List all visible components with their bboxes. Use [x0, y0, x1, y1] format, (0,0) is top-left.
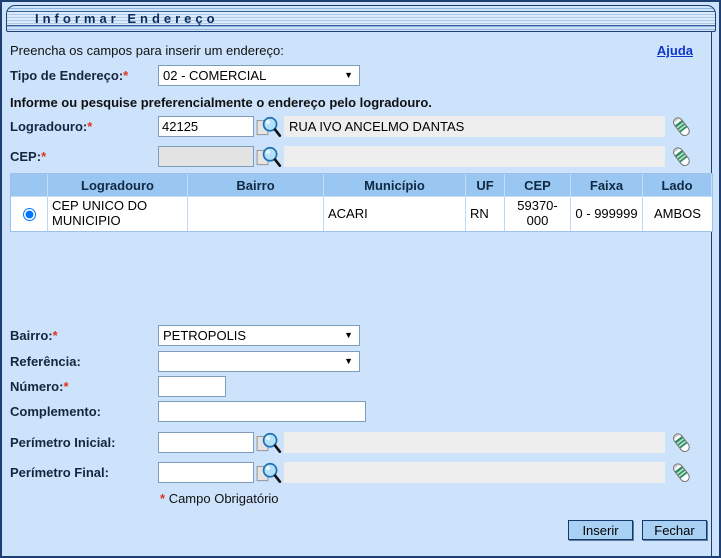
logradouro-search-icon[interactable] — [256, 115, 282, 139]
required-asterisk: * — [41, 149, 46, 164]
cell-municipio: ACARI — [324, 197, 466, 231]
required-asterisk: * — [53, 328, 58, 343]
complemento-input[interactable] — [158, 401, 366, 422]
cep-search-icon[interactable] — [256, 145, 282, 169]
title-band: Informar Endereço — [7, 11, 715, 26]
cell-cep: 59370-000 — [505, 197, 571, 231]
right-scroll-gutter — [711, 32, 719, 556]
logradouro-label: Logradouro:* — [10, 119, 158, 134]
perimetro-final-search-icon[interactable] — [256, 461, 282, 485]
perimetro-inicial-search-icon[interactable] — [256, 431, 282, 455]
column-header-faixa: Faixa — [571, 174, 643, 197]
perimetro-inicial-input[interactable] — [158, 432, 254, 453]
required-asterisk: * — [160, 491, 165, 506]
cep-code-input — [158, 146, 254, 167]
tipo-endereco-label: Tipo de Endereço:* — [10, 68, 158, 83]
bairro-value: PETROPOLIS — [163, 328, 246, 343]
dialog-actions: Inserir Fechar — [10, 520, 707, 540]
logradouro-description-field: RUA IVO ANCELMO DANTAS — [284, 116, 665, 137]
perimetro-final-input[interactable] — [158, 462, 254, 483]
required-fields-note: * Campo Obrigatório — [160, 491, 279, 506]
logradouro-code-input[interactable] — [158, 116, 254, 137]
column-header-cep: CEP — [505, 174, 571, 197]
cep-label: CEP:* — [10, 149, 158, 164]
search-hint-note: Informe ou pesquise preferencialmente o … — [10, 95, 432, 110]
complemento-label: Complemento: — [10, 404, 158, 419]
perimetro-final-description-field — [284, 462, 665, 483]
referencia-select[interactable]: ▼ — [158, 351, 360, 372]
numero-label: Número:* — [10, 379, 158, 394]
bairro-label: Bairro:* — [10, 328, 158, 343]
tipo-endereco-select[interactable]: 02 - COMERCIAL ▼ — [158, 65, 360, 86]
bairro-select[interactable]: PETROPOLIS ▼ — [158, 325, 360, 346]
perimetro-inicial-label: Perímetro Inicial: — [10, 435, 158, 450]
cep-results-table: Logradouro Bairro Município UF CEP Faixa… — [10, 173, 713, 232]
row-select-radio[interactable] — [23, 208, 36, 221]
fechar-button[interactable]: Fechar — [642, 520, 707, 540]
informar-endereco-dialog: Informar Endereço Preencha os campos par… — [0, 0, 721, 558]
numero-input[interactable] — [158, 376, 226, 397]
tipo-endereco-value: 02 - COMERCIAL — [163, 68, 266, 83]
perimetro-final-label: Perímetro Final: — [10, 465, 158, 480]
cell-faixa: 0 - 999999 — [571, 197, 643, 231]
perimetro-inicial-description-field — [284, 432, 665, 453]
inserir-button[interactable]: Inserir — [568, 520, 633, 540]
column-header-lado: Lado — [643, 174, 712, 197]
column-header-municipio: Município — [324, 174, 466, 197]
cep-description-field — [284, 146, 665, 167]
dialog-title: Informar Endereço — [7, 11, 219, 26]
help-link[interactable]: Ajuda — [657, 43, 693, 58]
perimetro-final-eraser-icon[interactable] — [669, 461, 693, 485]
cell-bairro — [188, 197, 324, 231]
chevron-down-icon: ▼ — [344, 330, 355, 340]
referencia-label: Referência: — [10, 354, 158, 369]
required-asterisk: * — [87, 119, 92, 134]
table-row-radio-cell — [11, 197, 48, 231]
column-header-logradouro: Logradouro — [48, 174, 188, 197]
cell-logradouro: CEP UNICO DO MUNICIPIO — [48, 197, 188, 231]
required-asterisk: * — [63, 379, 68, 394]
perimetro-inicial-eraser-icon[interactable] — [669, 431, 693, 455]
cell-uf: RN — [466, 197, 505, 231]
cell-lado: AMBOS — [643, 197, 712, 231]
chevron-down-icon: ▼ — [344, 70, 355, 80]
intro-text: Preencha os campos para inserir um ender… — [10, 43, 284, 58]
chevron-down-icon: ▼ — [344, 356, 355, 366]
column-header-select — [11, 174, 48, 197]
cep-eraser-icon[interactable] — [669, 145, 693, 169]
column-header-uf: UF — [466, 174, 505, 197]
column-header-bairro: Bairro — [188, 174, 324, 197]
logradouro-eraser-icon[interactable] — [669, 115, 693, 139]
dialog-titlebar: Informar Endereço — [6, 5, 716, 32]
required-asterisk: * — [123, 68, 128, 83]
